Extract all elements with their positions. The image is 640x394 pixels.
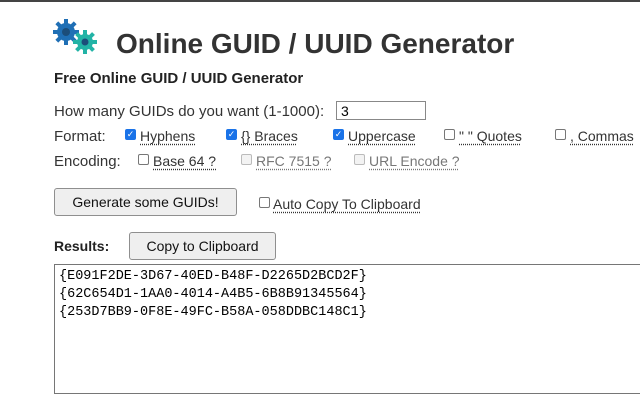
page-title: Online GUID / UUID Generator xyxy=(116,28,515,59)
copy-to-clipboard-button[interactable]: Copy to Clipboard xyxy=(129,232,276,260)
guid-line: {62C654D1-1AA0-4014-A4B5-6B8B91345564} xyxy=(59,287,367,302)
base64-checkbox[interactable] xyxy=(138,154,149,165)
encoding-label: Encoding: xyxy=(54,153,121,170)
guid-line: {253D7BB9-0F8E-49FC-B58A-058DDBC148C1} xyxy=(59,305,367,320)
uppercase-option[interactable]: Uppercase xyxy=(348,128,416,144)
top-border xyxy=(0,0,640,2)
url-encode-checkbox xyxy=(354,154,365,165)
commas-checkbox[interactable] xyxy=(555,129,566,140)
auto-copy-option[interactable]: Auto Copy To Clipboard xyxy=(273,196,421,212)
format-label: Format: xyxy=(54,128,106,145)
hyphens-option[interactable]: Hyphens xyxy=(140,128,195,144)
guid-count-input[interactable] xyxy=(336,101,426,120)
count-label: How many GUIDs do you want (1-1000): xyxy=(54,103,325,120)
rfc7515-option: RFC 7515 ? xyxy=(256,153,332,169)
gears-logo-icon xyxy=(53,19,97,54)
braces-option[interactable]: {} Braces xyxy=(241,128,298,144)
braces-checkbox[interactable]: ✓ xyxy=(226,129,237,140)
hyphens-checkbox[interactable]: ✓ xyxy=(125,129,136,140)
guid-line: {E091F2DE-3D67-40ED-B48F-D2265D2BCD2F} xyxy=(59,269,367,284)
base64-option[interactable]: Base 64 ? xyxy=(153,153,216,169)
results-label: Results: xyxy=(54,238,110,254)
url-encode-option: URL Encode ? xyxy=(369,153,460,169)
page-subtitle: Free Online GUID / UUID Generator xyxy=(54,70,304,87)
results-textarea[interactable]: {E091F2DE-3D67-40ED-B48F-D2265D2BCD2F} {… xyxy=(54,264,640,394)
rfc7515-checkbox xyxy=(241,154,252,165)
auto-copy-checkbox[interactable] xyxy=(259,197,270,208)
quotes-checkbox[interactable] xyxy=(444,129,455,140)
generate-button[interactable]: Generate some GUIDs! xyxy=(54,188,237,216)
commas-option[interactable]: , Commas xyxy=(570,128,634,144)
uppercase-checkbox[interactable]: ✓ xyxy=(333,129,344,140)
quotes-option[interactable]: " " Quotes xyxy=(459,128,522,144)
